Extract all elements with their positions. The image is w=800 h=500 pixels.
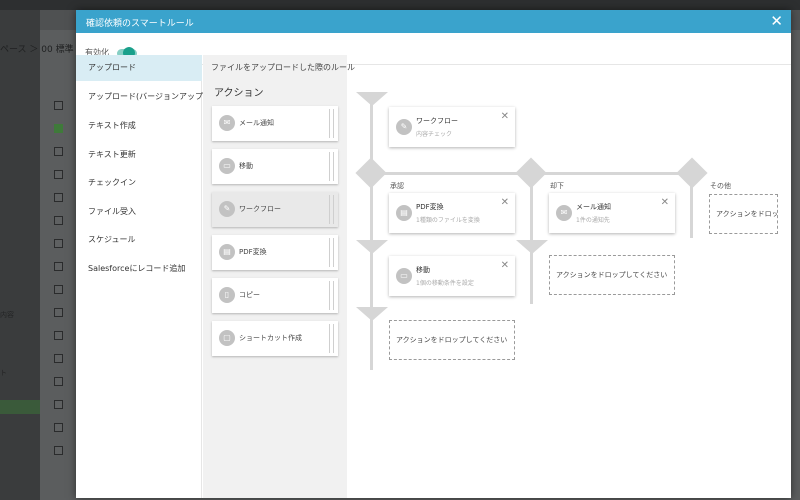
flow-card-subtitle: 1個の移動条件を設定: [416, 280, 474, 287]
drag-handle-icon[interactable]: [329, 109, 334, 138]
background-checkbox: [54, 400, 63, 409]
modal-title: 確認依頼のスマートルール: [86, 19, 194, 29]
flow-card-workflow[interactable]: ✎ ワークフロー 内容チェック ✕: [389, 107, 515, 147]
flow-card-title: PDF変換: [416, 203, 444, 211]
background-checkbox: [54, 262, 63, 271]
remove-icon[interactable]: ✕: [501, 260, 509, 271]
flow-line: [530, 174, 533, 304]
actions-title: アクション: [214, 88, 264, 99]
branch-label-other: その他: [710, 182, 731, 190]
drag-handle-icon[interactable]: [329, 152, 334, 181]
drag-handle-icon[interactable]: [329, 281, 334, 310]
background-checkbox: [54, 216, 63, 225]
copy-icon: ▯: [219, 287, 235, 303]
rule-item-checkin[interactable]: チェックイン: [76, 170, 202, 196]
flow-card-move[interactable]: ▭ 移動 1個の移動条件を設定 ✕: [389, 256, 515, 296]
rule-item-text-update[interactable]: テキスト更新: [76, 142, 202, 168]
rule-list: アップロード アップロード(バージョンアップ) テキスト作成 テキスト更新 チェ…: [76, 55, 206, 498]
flow-card-pdf[interactable]: ▤ PDF変換 1種類のファイルを変換 ✕: [389, 193, 515, 233]
pdf-icon: ▤: [396, 205, 412, 221]
action-label: コピー: [239, 291, 260, 299]
action-label: メール通知: [239, 119, 274, 127]
drop-zone-approve[interactable]: アクションをドロップしてください: [389, 320, 515, 360]
action-label: 移動: [239, 162, 253, 170]
background-selected-item: [0, 400, 40, 414]
flow-card-subtitle: 内容チェック: [416, 131, 453, 138]
flow-card-title: 移動: [416, 266, 430, 274]
drag-handle-icon[interactable]: [329, 238, 334, 267]
flow-drop-arrow: [356, 92, 388, 106]
action-label: ワークフロー: [239, 205, 281, 213]
drop-zone-reject[interactable]: アクションをドロップしてください: [549, 255, 675, 295]
rule-item-upload[interactable]: アップロード: [76, 55, 202, 81]
move-icon: ▭: [396, 268, 412, 284]
background-checkbox: [54, 170, 63, 179]
background-checkbox: [54, 423, 63, 432]
action-label: PDF変換: [239, 248, 267, 256]
background-side-text: ト: [0, 369, 7, 377]
action-workflow[interactable]: ✎ ワークフロー: [212, 192, 338, 227]
drop-zone-other[interactable]: アクションをドロップしてください: [709, 194, 778, 234]
action-copy[interactable]: ▯ コピー: [212, 278, 338, 313]
shortcut-icon: ▢: [219, 330, 235, 346]
drag-handle-icon[interactable]: [329, 324, 334, 353]
mail-icon: ✉: [219, 115, 235, 131]
background-checkbox: [54, 193, 63, 202]
background-checkbox: [54, 377, 63, 386]
remove-icon[interactable]: ✕: [661, 197, 669, 208]
rule-heading: ファイルをアップロードした際のルール: [211, 63, 355, 72]
branch-label-approve: 承認: [390, 182, 404, 190]
flow-line: [370, 100, 373, 370]
action-move[interactable]: ▭ 移動: [212, 149, 338, 184]
background-left-nav: [0, 10, 40, 500]
mail-icon: ✉: [556, 205, 572, 221]
background-checkbox: [54, 147, 63, 156]
move-icon: ▭: [219, 158, 235, 174]
flow-card-mail[interactable]: ✉ メール通知 1件の通知先 ✕: [549, 193, 675, 233]
background-checkbox: [54, 354, 63, 363]
background-checkbox: [54, 285, 63, 294]
action-label: ショートカット作成: [239, 334, 302, 342]
background-checkbox: [54, 446, 63, 455]
flow-card-subtitle: 1種類のファイルを変換: [416, 217, 480, 224]
rule-item-schedule[interactable]: スケジュール: [76, 227, 202, 253]
drag-handle-icon[interactable]: [329, 195, 334, 224]
background-checkbox: [54, 308, 63, 317]
background-checkbox: [54, 239, 63, 248]
remove-icon[interactable]: ✕: [501, 197, 509, 208]
workflow-icon: ✎: [219, 201, 235, 217]
flow-drop-arrow: [356, 307, 388, 321]
branch-label-reject: 却下: [550, 182, 564, 190]
background-side-text: 内容: [0, 311, 14, 319]
flow-drop-arrow: [356, 240, 388, 254]
rule-item-file-receive[interactable]: ファイル受入: [76, 199, 202, 225]
action-shortcut[interactable]: ▢ ショートカット作成: [212, 321, 338, 356]
flow-card-title: メール通知: [576, 203, 611, 211]
remove-icon[interactable]: ✕: [501, 111, 509, 122]
background-topbar: [0, 0, 800, 10]
flow-card-subtitle: 1件の通知先: [576, 217, 610, 224]
background-checkbox: [54, 331, 63, 340]
background-breadcrumb: ペース ＞ 00 標準: [0, 45, 74, 55]
pdf-icon: ▤: [219, 244, 235, 260]
workflow-icon: ✎: [396, 119, 412, 135]
rule-item-text-create[interactable]: テキスト作成: [76, 113, 202, 139]
modal-header: 確認依頼のスマートルール ✕: [76, 10, 791, 33]
rule-item-salesforce[interactable]: Salesforceにレコード追加: [76, 256, 202, 282]
flow-card-title: ワークフロー: [416, 117, 458, 125]
action-pdf[interactable]: ▤ PDF変換: [212, 235, 338, 270]
rule-item-upload-version[interactable]: アップロード(バージョンアップ): [76, 84, 206, 110]
action-mail[interactable]: ✉ メール通知: [212, 106, 338, 141]
close-button[interactable]: ✕: [770, 12, 783, 30]
background-checkbox: [54, 101, 63, 110]
flow-drop-arrow: [516, 240, 548, 254]
background-checkbox: [54, 124, 63, 133]
